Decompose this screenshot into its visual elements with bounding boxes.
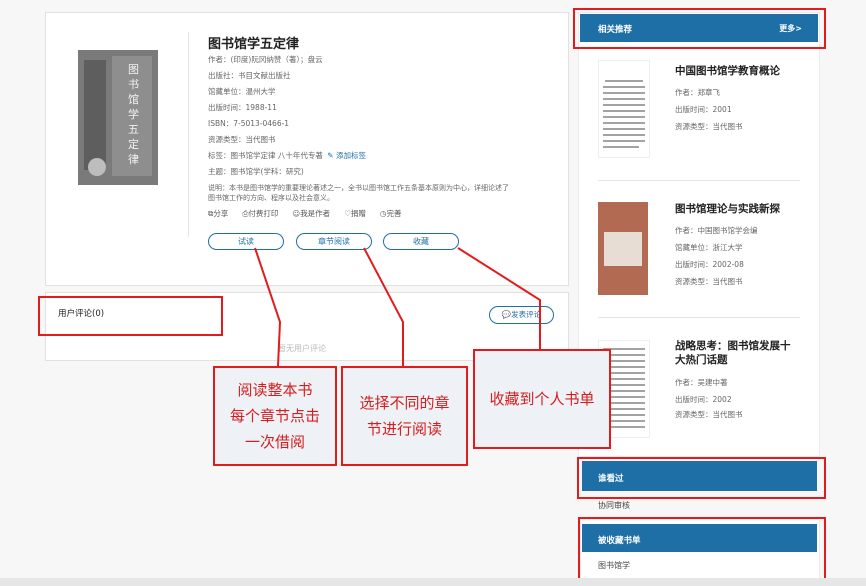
pencil-icon: ✎	[327, 151, 334, 160]
donate-label: 捐赠	[350, 209, 366, 218]
related-item-author: 作者：吴建中著	[675, 378, 728, 387]
related-item-type: 资源类型：当代图书	[675, 410, 743, 419]
book-cover: 图书馆学五定律	[78, 50, 158, 185]
user-icon: ☺	[292, 209, 301, 218]
book-author: 作者：(印度)阮冈纳赞（著）；盘云	[208, 55, 323, 64]
thumbnail-text-lines	[603, 80, 645, 148]
related-item-org: 馆藏单位：浙江大学	[675, 243, 743, 252]
book-publish-date: 出版时间：1988-11	[208, 103, 277, 112]
related-item-date: 出版时间：2002	[675, 395, 732, 404]
trial-read-button[interactable]: 试读	[208, 233, 284, 250]
book-title: 图书馆学五定律	[208, 37, 300, 52]
book-tags-text: 标签：图书馆学定律 八十年代专著	[208, 151, 323, 160]
related-item-title-line2[interactable]: 大热门话题	[675, 353, 728, 367]
related-item-title[interactable]: 战略思考：图书馆发展十	[675, 339, 791, 353]
viewed-item[interactable]: 协同审核	[598, 500, 630, 511]
action-row: ⧉分享 ⎙付费打印 ☺我是作者 ♡捐赠 ◷完善	[208, 210, 401, 218]
heart-icon: ♡	[344, 209, 351, 218]
chapter-read-button[interactable]: 章节阅读	[296, 233, 372, 250]
related-highlight	[573, 8, 826, 49]
callout-read-whole: 阅读整本书 每个章节点击 一次借阅	[213, 366, 337, 466]
add-tag-link[interactable]: 添加标签	[336, 151, 366, 160]
collected-highlight	[578, 517, 826, 582]
divider	[598, 317, 800, 318]
related-item-date: 出版时间：2001	[675, 105, 732, 114]
related-item-type: 资源类型：当代图书	[675, 122, 743, 131]
share-label: 分享	[213, 209, 229, 218]
related-item-author: 作者：中国图书馆学会编	[675, 226, 758, 235]
viewed-highlight	[577, 457, 826, 499]
comments-empty: 暂无用户评论	[278, 344, 326, 353]
divider	[598, 180, 800, 181]
book-publisher: 出版社：书目文献出版社	[208, 71, 291, 80]
collect-button[interactable]: 收藏	[383, 233, 459, 250]
related-item-author: 作者：郑章飞	[675, 88, 720, 97]
complete-action[interactable]: ◷完善	[380, 210, 402, 218]
complete-label: 完善	[386, 209, 402, 218]
post-comment-button[interactable]: 💬发表评论	[489, 306, 554, 324]
print-label: 付费打印	[248, 209, 279, 218]
related-item-type: 资源类型：当代图书	[675, 277, 743, 286]
post-comment-label: 发表评论	[511, 310, 542, 319]
book-tags: 标签：图书馆学定律 八十年代专著 ✎ 添加标签	[208, 152, 366, 160]
callout-chapter: 选择不同的章 节进行阅读	[341, 366, 468, 466]
author-label: 我是作者	[300, 209, 331, 218]
comment-icon: 💬	[501, 310, 512, 319]
share-action[interactable]: ⧉分享	[208, 210, 228, 218]
book-isbn: ISBN：7-5013-0466-1	[208, 119, 290, 128]
related-item-date: 出版时间：2002-08	[675, 260, 744, 269]
related-item-thumbnail	[598, 60, 650, 158]
donate-action[interactable]: ♡捐赠	[344, 210, 366, 218]
divider	[188, 32, 189, 237]
related-item-thumbnail	[598, 202, 648, 295]
print-action[interactable]: ⎙付费打印	[242, 210, 278, 218]
book-description-line1: 说明：本书是图书馆学的重要理论著述之一，全书以图书馆工作五条基本原则为中心，详细…	[208, 184, 509, 192]
book-organization: 馆藏单位：温州大学	[208, 87, 276, 96]
related-item-title[interactable]: 中国图书馆学教育概论	[675, 64, 780, 78]
horizontal-scrollbar[interactable]	[0, 578, 866, 586]
comments-highlight	[38, 296, 223, 336]
cover-title: 图书馆学五定律	[128, 63, 139, 166]
callout-collect: 收藏到个人书单	[473, 349, 611, 449]
related-item-title[interactable]: 图书馆理论与实践新探	[675, 202, 780, 216]
book-resource-type: 资源类型：当代图书	[208, 135, 276, 144]
book-subject: 主题：图书馆学(学科：研究)	[208, 167, 304, 176]
author-action[interactable]: ☺我是作者	[292, 210, 330, 218]
book-description-line2: 图书馆工作的方向、程序以及社会意义。	[208, 194, 334, 202]
